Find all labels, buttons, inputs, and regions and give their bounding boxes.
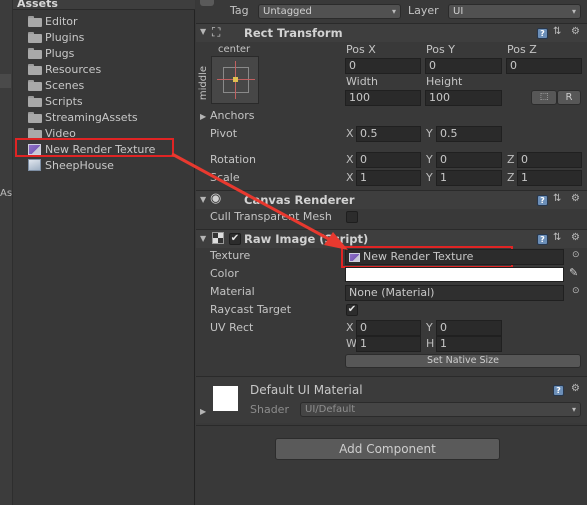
arrow-head — [324, 232, 348, 250]
annotation-arrow — [171, 152, 348, 250]
arrow-shaft — [171, 152, 339, 246]
